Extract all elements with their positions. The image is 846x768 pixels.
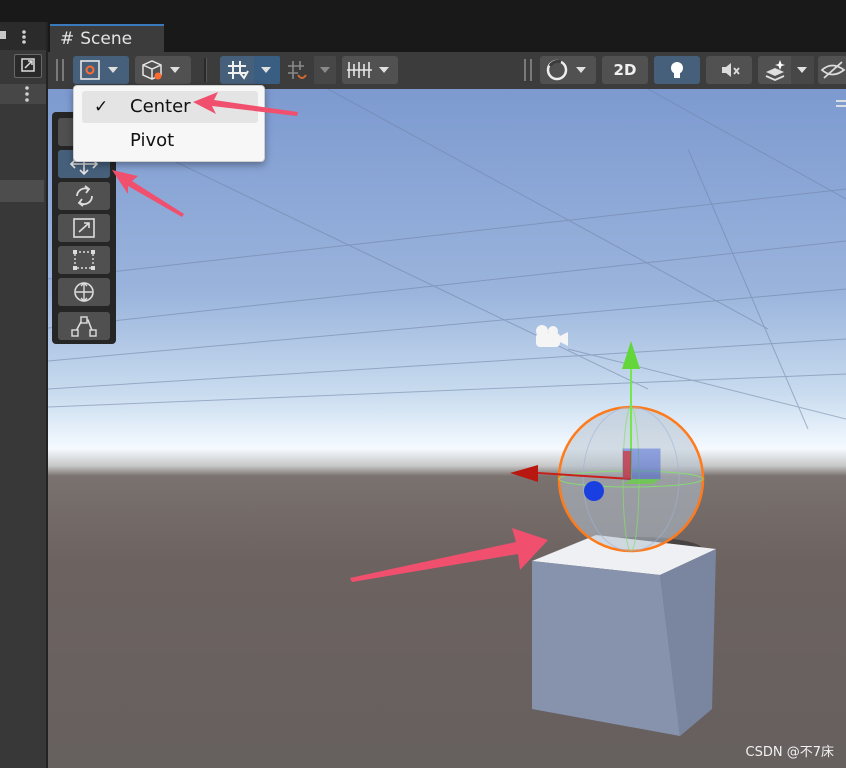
inspector-target-button[interactable]	[14, 54, 42, 78]
scene-grid-icon: #	[60, 29, 75, 49]
2d-label: 2D	[613, 61, 637, 79]
grid-snap-icon	[228, 56, 280, 84]
eye-hidden-icon	[820, 61, 846, 79]
pivot-mode-button[interactable]	[73, 56, 129, 84]
transform-tool-button[interactable]	[58, 278, 110, 306]
lock-icon[interactable]	[0, 22, 46, 50]
scene-visibility-toggle[interactable]	[818, 56, 846, 84]
rotate-icon	[76, 185, 93, 207]
pivot-rotation-button[interactable]	[135, 56, 191, 84]
lighting-toggle[interactable]	[654, 56, 700, 84]
cube-object[interactable]	[532, 535, 716, 736]
custom-tool-icon	[71, 316, 97, 337]
scale-tool-button[interactable]	[58, 214, 110, 242]
pivot-center-icon	[80, 60, 118, 80]
toolbar-separator	[204, 58, 207, 82]
kebab-menu-icon[interactable]	[0, 84, 46, 104]
check-icon: ✓	[94, 97, 109, 117]
tab-scene[interactable]: # Scene	[50, 24, 164, 52]
shaded-sphere-icon	[546, 59, 586, 81]
rect-icon	[73, 250, 95, 270]
grid-snap-toggle[interactable]	[220, 56, 280, 84]
rect-tool-button[interactable]	[58, 246, 110, 274]
increment-snap-button[interactable]	[284, 56, 338, 84]
dropdown-item-pivot[interactable]: Pivot	[82, 125, 258, 157]
local-rotation-icon	[142, 60, 180, 80]
inspector-selected-row[interactable]	[0, 180, 44, 202]
pivot-mode-dropdown: ✓ Center Pivot	[73, 85, 265, 162]
camera-gizmo-icon[interactable]	[536, 325, 568, 347]
toolbar-drag-handle-right[interactable]	[524, 59, 532, 81]
select-target-icon	[21, 58, 35, 72]
dropdown-item-label: Pivot	[130, 130, 175, 151]
inspector-panel	[0, 22, 48, 768]
draw-mode-button[interactable]	[540, 56, 596, 84]
custom-tool-button[interactable]	[58, 312, 110, 340]
toolbar-drag-handle[interactable]	[56, 59, 64, 81]
ruler-icon	[347, 62, 389, 78]
scene-viewport[interactable]	[48, 89, 846, 768]
effects-button[interactable]	[758, 56, 814, 84]
tab-bar	[48, 22, 846, 50]
audio-toggle[interactable]	[706, 56, 752, 84]
scene-render	[48, 89, 846, 736]
effects-layers-icon	[765, 56, 814, 84]
scale-icon	[73, 218, 95, 238]
inspector-header	[0, 22, 46, 50]
dropdown-item-label: Center	[130, 96, 191, 117]
2d-toggle-button[interactable]: 2D	[602, 56, 648, 84]
ruler-button[interactable]	[342, 56, 398, 84]
rotate-tool-button[interactable]	[58, 182, 110, 210]
scene-tab-label: Scene	[80, 29, 133, 49]
watermark-text: CSDN @不7床	[745, 745, 834, 760]
lightbulb-icon	[671, 62, 683, 78]
dropdown-item-center[interactable]: ✓ Center	[82, 91, 258, 123]
transform-icon	[74, 282, 94, 302]
inspector-row	[0, 84, 46, 104]
increment-snap-icon	[288, 56, 336, 84]
overlay-menu-icon[interactable]	[836, 100, 846, 107]
audio-muted-icon	[722, 63, 740, 77]
